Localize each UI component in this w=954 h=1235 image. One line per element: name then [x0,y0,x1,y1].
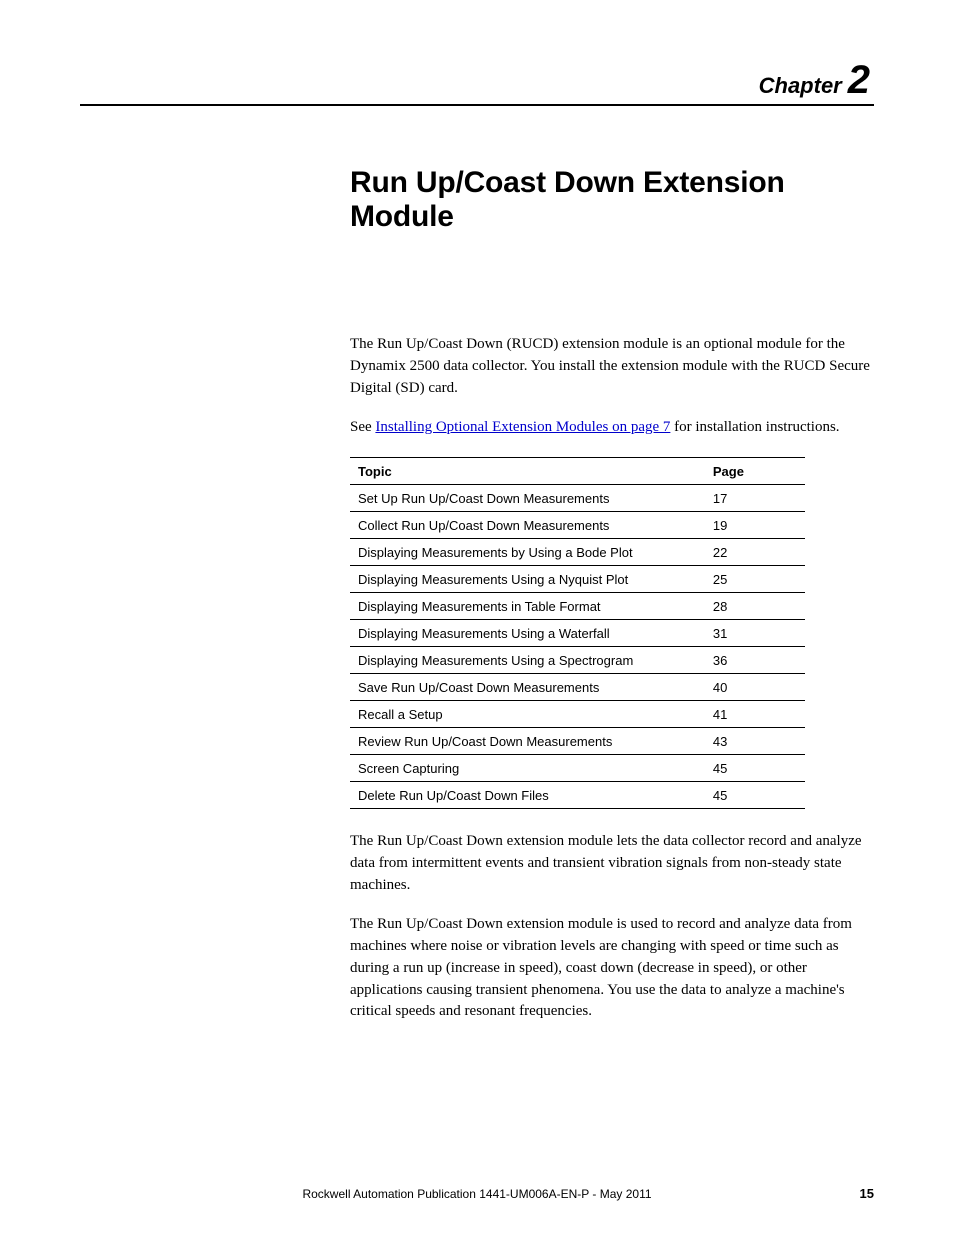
cell-page: 25 [705,566,805,593]
chapter-word: Chapter [759,73,842,98]
cell-page: 22 [705,539,805,566]
see-suffix: for installation instructions. [670,419,839,435]
page-number: 15 [860,1186,874,1201]
page-container: Chapter2 Run Up/Coast Down Extension Mod… [0,0,954,1235]
see-prefix: See [350,419,375,435]
page-title: Run Up/Coast Down Extension Module [350,166,870,234]
header-topic: Topic [350,458,705,485]
main-content: Run Up/Coast Down Extension Module The R… [350,166,870,1023]
cell-page: 45 [705,782,805,809]
cell-page: 45 [705,755,805,782]
cell-topic: Recall a Setup [350,701,705,728]
publication-info: Rockwell Automation Publication 1441-UM0… [302,1187,651,1201]
body-paragraph-3: The Run Up/Coast Down extension module i… [350,914,870,1023]
cell-page: 41 [705,701,805,728]
table-row: Displaying Measurements by Using a Bode … [350,539,805,566]
table-row: Save Run Up/Coast Down Measurements40 [350,674,805,701]
cell-topic: Set Up Run Up/Coast Down Measurements [350,485,705,512]
table-row: Displaying Measurements Using a Nyquist … [350,566,805,593]
cell-topic: Collect Run Up/Coast Down Measurements [350,512,705,539]
table-header-row: Topic Page [350,458,805,485]
cell-topic: Displaying Measurements by Using a Bode … [350,539,705,566]
table-row: Set Up Run Up/Coast Down Measurements17 [350,485,805,512]
table-row: Collect Run Up/Coast Down Measurements19 [350,512,805,539]
cell-topic: Screen Capturing [350,755,705,782]
cell-topic: Displaying Measurements Using a Nyquist … [350,566,705,593]
cell-page: 36 [705,647,805,674]
see-paragraph: See Installing Optional Extension Module… [350,417,870,439]
table-row: Recall a Setup41 [350,701,805,728]
table-row: Displaying Measurements Using a Waterfal… [350,620,805,647]
page-footer: Rockwell Automation Publication 1441-UM0… [80,1187,874,1201]
intro-paragraph: The Run Up/Coast Down (RUCD) extension m… [350,334,870,399]
cell-topic: Delete Run Up/Coast Down Files [350,782,705,809]
cell-topic: Displaying Measurements Using a Spectrog… [350,647,705,674]
table-row: Review Run Up/Coast Down Measurements43 [350,728,805,755]
chapter-rule [80,104,874,106]
cell-page: 40 [705,674,805,701]
chapter-number: 2 [848,58,870,102]
cell-page: 43 [705,728,805,755]
header-page: Page [705,458,805,485]
table-row: Displaying Measurements Using a Spectrog… [350,647,805,674]
cell-page: 19 [705,512,805,539]
cell-topic: Displaying Measurements Using a Waterfal… [350,620,705,647]
see-link[interactable]: Installing Optional Extension Modules on… [375,419,670,435]
cell-topic: Save Run Up/Coast Down Measurements [350,674,705,701]
table-row: Screen Capturing45 [350,755,805,782]
body-paragraph-2: The Run Up/Coast Down extension module l… [350,831,870,896]
cell-page: 17 [705,485,805,512]
topic-table: Topic Page Set Up Run Up/Coast Down Meas… [350,457,805,809]
cell-page: 28 [705,593,805,620]
chapter-label: Chapter2 [80,60,874,100]
table-row: Delete Run Up/Coast Down Files45 [350,782,805,809]
cell-topic: Review Run Up/Coast Down Measurements [350,728,705,755]
cell-topic: Displaying Measurements in Table Format [350,593,705,620]
cell-page: 31 [705,620,805,647]
table-row: Displaying Measurements in Table Format2… [350,593,805,620]
